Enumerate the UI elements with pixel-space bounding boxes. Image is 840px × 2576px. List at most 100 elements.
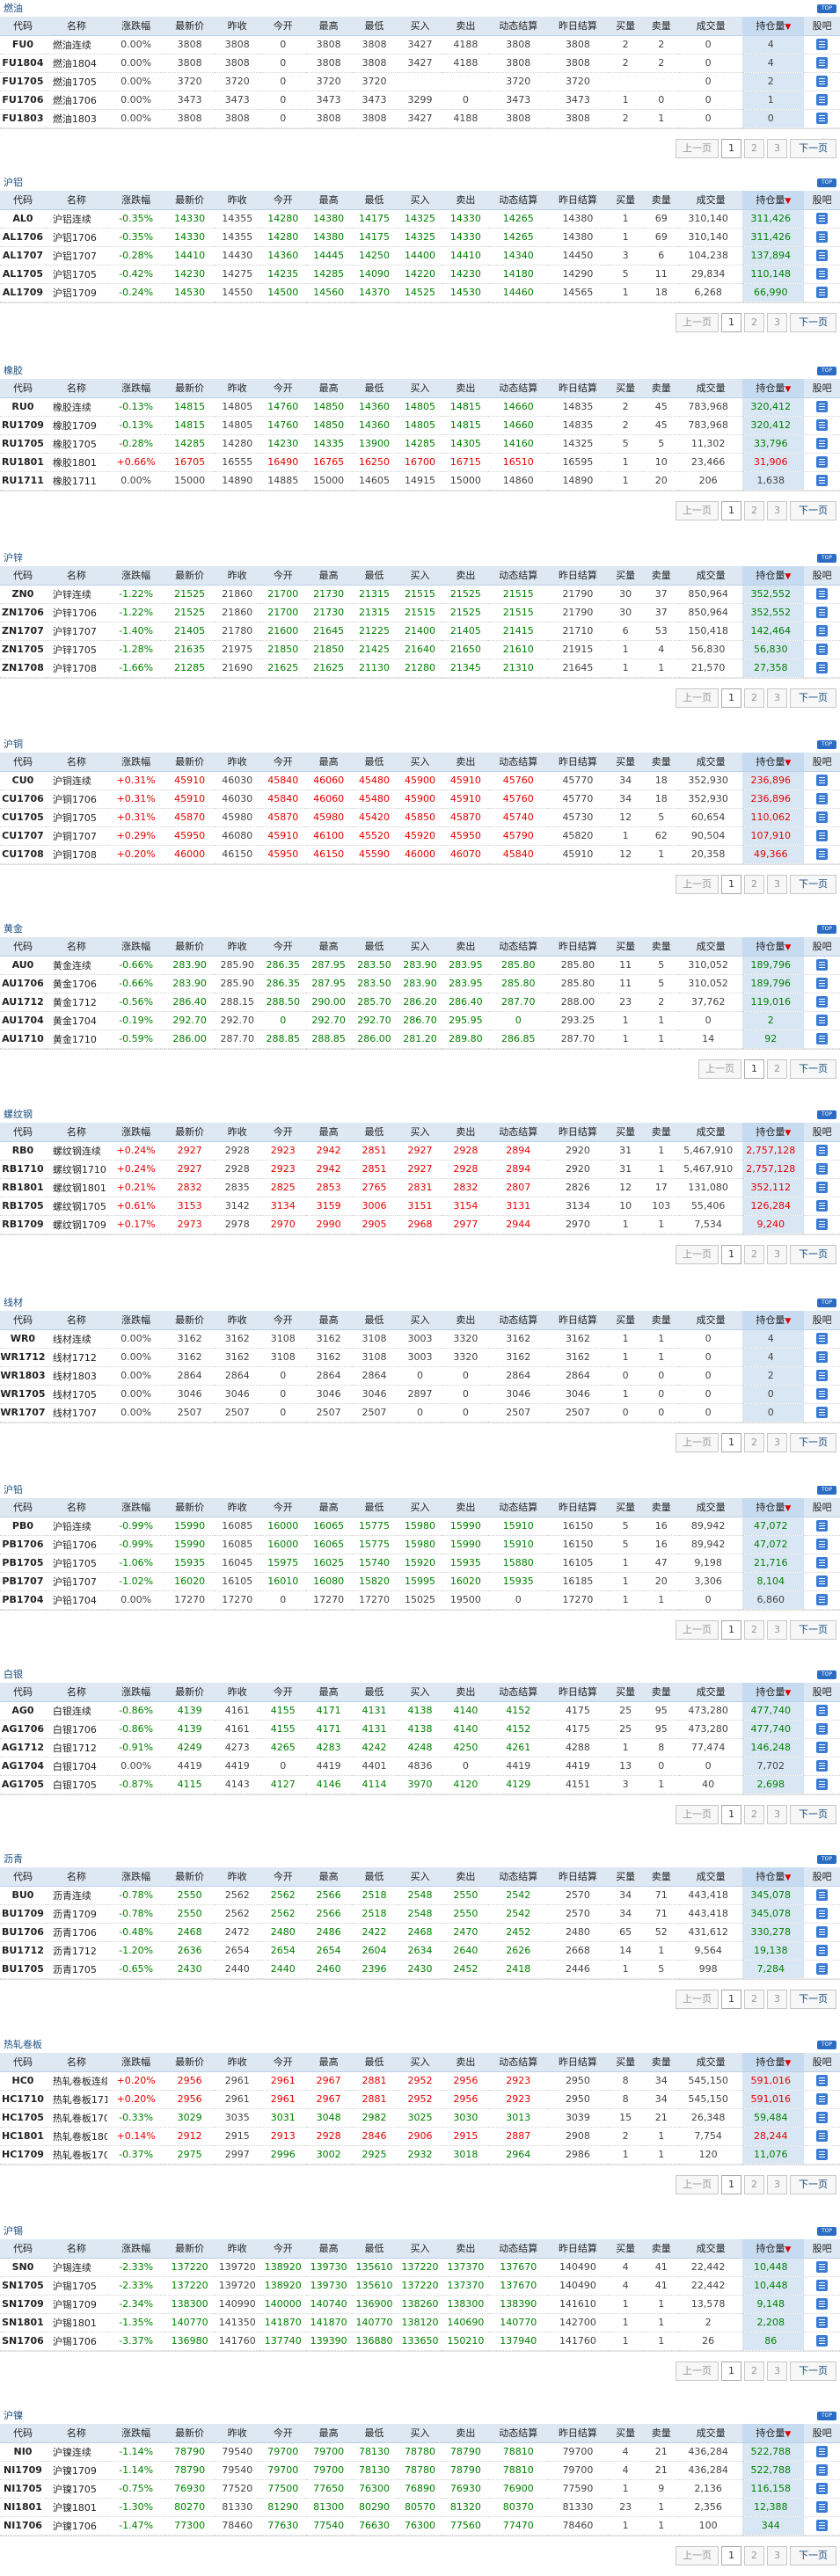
contract-name-link[interactable]: 热轧卷板1710 (45, 2090, 107, 2109)
column-header-prev_settle[interactable]: 昨日结算 (548, 2424, 608, 2443)
page-3-button[interactable]: 3 (767, 1989, 787, 2009)
top-button[interactable]: TOP (817, 1299, 836, 1307)
table-row[interactable]: NI1709 沪镍1709 -1.14% 78790 79540 79700 79700 78… (0, 2461, 840, 2480)
column-header-oi[interactable]: 持仓量▼ (742, 2424, 805, 2443)
column-header-bar[interactable]: 股吧 (804, 2053, 840, 2072)
contract-name-link[interactable]: 燃油1705 (45, 72, 107, 91)
column-header-volume[interactable]: 成交量 (679, 753, 743, 772)
prev-page-button[interactable]: 上一页 (676, 688, 719, 708)
column-header-chg[interactable]: 涨跌幅 (106, 191, 165, 210)
column-header-bar[interactable]: 股吧 (804, 753, 840, 772)
column-header-bid_vol[interactable]: 买量 (607, 1311, 644, 1330)
page-1-button[interactable]: 1 (721, 138, 741, 158)
prev-page-button[interactable]: 上一页 (698, 1059, 741, 1079)
column-header-volume[interactable]: 成交量 (679, 1311, 743, 1330)
forum-icon[interactable] (816, 1520, 829, 1532)
column-header-low[interactable]: 最低 (351, 2053, 398, 2072)
column-header-chg[interactable]: 涨跌幅 (106, 17, 165, 36)
column-header-prev[interactable]: 昨收 (214, 2239, 260, 2259)
top-button[interactable]: TOP (817, 1110, 836, 1119)
forum-icon[interactable] (816, 2280, 829, 2292)
table-row[interactable]: RU1801 橡胶1801 +0.66% 16705 16555 16490 16765 16… (0, 453, 840, 472)
column-header-bar[interactable]: 股吧 (804, 1123, 840, 1142)
forum-icon[interactable] (816, 231, 829, 244)
page-3-button[interactable]: 3 (767, 874, 787, 894)
column-header-low[interactable]: 最低 (351, 17, 398, 36)
column-header-oi[interactable]: 持仓量▼ (742, 191, 805, 210)
column-header-chg[interactable]: 涨跌幅 (106, 1498, 165, 1517)
column-header-high[interactable]: 最高 (305, 191, 352, 210)
column-header-low[interactable]: 最低 (351, 2424, 398, 2443)
contract-code[interactable]: CU1708 (0, 845, 46, 864)
column-header-ask_vol[interactable]: 卖量 (643, 566, 680, 586)
column-header-settle[interactable]: 动态结算 (488, 379, 549, 398)
column-header-name[interactable]: 名称 (45, 1498, 107, 1517)
column-header-bar[interactable]: 股吧 (804, 1311, 840, 1330)
column-header-bar[interactable]: 股吧 (804, 2424, 840, 2443)
column-header-bid_vol[interactable]: 买量 (607, 379, 644, 398)
column-header-ask_vol[interactable]: 卖量 (643, 753, 680, 772)
table-row[interactable]: NI0 沪镍连续 -1.14% 78790 79540 79700 79700 78130 78… (0, 2442, 840, 2462)
column-header-prev_settle[interactable]: 昨日结算 (548, 1123, 608, 1142)
forum-icon[interactable] (816, 94, 829, 106)
column-header-ask_vol[interactable]: 卖量 (643, 1123, 680, 1142)
table-row[interactable]: PB1705 沪铅1705 -1.06% 15935 16045 15975 16025 15… (0, 1554, 840, 1573)
table-row[interactable]: WR1712 线材1712 0.00% 3162 3162 3108 3162 3108 300… (0, 1348, 840, 1367)
column-header-bid_vol[interactable]: 买量 (607, 753, 644, 772)
top-button[interactable]: TOP (817, 925, 836, 934)
contract-code[interactable]: WR1803 (0, 1366, 46, 1386)
contract-name-link[interactable]: 沥青连续 (45, 1886, 107, 1905)
forum-icon[interactable] (816, 2317, 829, 2329)
contract-code[interactable]: FU1705 (0, 72, 46, 91)
column-header-name[interactable]: 名称 (45, 937, 107, 957)
table-row[interactable]: NI1706 沪镍1706 -1.47% 77300 78460 77630 77540 76… (0, 2516, 840, 2536)
contract-code[interactable]: SN1706 (0, 2332, 46, 2351)
contract-code[interactable]: RU1711 (0, 471, 46, 491)
next-page-button[interactable]: 下一页 (790, 1244, 836, 1264)
column-header-chg[interactable]: 涨跌幅 (106, 753, 165, 772)
column-header-prev_settle[interactable]: 昨日结算 (548, 2053, 608, 2072)
contract-name-link[interactable]: 线材1803 (45, 1366, 107, 1386)
column-header-high[interactable]: 最高 (305, 17, 352, 36)
contract-code[interactable]: AL1706 (0, 228, 46, 247)
column-header-prev[interactable]: 昨收 (214, 1683, 260, 1702)
top-button[interactable]: TOP (817, 1486, 836, 1495)
column-header-code[interactable]: 代码 (0, 2424, 46, 2443)
column-header-bid_vol[interactable]: 买量 (607, 566, 644, 586)
page-1-button[interactable]: 1 (721, 688, 741, 708)
column-header-volume[interactable]: 成交量 (679, 1867, 743, 1887)
contract-name-link[interactable]: 沥青1705 (45, 1960, 107, 1979)
column-header-prev_settle[interactable]: 昨日结算 (548, 2239, 608, 2259)
forum-icon[interactable] (816, 2335, 829, 2347)
column-header-prev_settle[interactable]: 昨日结算 (548, 17, 608, 36)
contract-name-link[interactable]: 沪铝1709 (45, 283, 107, 302)
contract-code[interactable]: PB0 (0, 1517, 46, 1536)
column-header-prev_settle[interactable]: 昨日结算 (548, 1498, 608, 1517)
contract-name-link[interactable]: 线材连续 (45, 1329, 107, 1349)
column-header-high[interactable]: 最高 (305, 1311, 352, 1330)
contract-code[interactable]: SN1709 (0, 2295, 46, 2314)
page-3-button[interactable]: 3 (767, 2174, 787, 2194)
column-header-last[interactable]: 最新价 (164, 2239, 215, 2259)
contract-name-link[interactable]: 沪铜1708 (45, 845, 107, 864)
prev-page-button[interactable]: 上一页 (676, 1244, 719, 1264)
page-2-button[interactable]: 2 (744, 874, 764, 894)
column-header-bid_vol[interactable]: 买量 (607, 937, 644, 957)
forum-icon[interactable] (816, 287, 829, 299)
contract-name-link[interactable]: 沪铜1707 (45, 826, 107, 846)
column-header-ask[interactable]: 卖出 (442, 191, 489, 210)
top-button[interactable]: TOP (817, 367, 836, 375)
page-2-button[interactable]: 2 (744, 500, 764, 520)
contract-code[interactable]: AL1707 (0, 246, 46, 266)
column-header-oi[interactable]: 持仓量▼ (742, 566, 805, 586)
column-header-ask_vol[interactable]: 卖量 (643, 379, 680, 398)
contract-code[interactable]: NI1709 (0, 2461, 46, 2480)
column-header-volume[interactable]: 成交量 (679, 2053, 743, 2072)
column-header-open[interactable]: 今开 (259, 17, 306, 36)
column-header-name[interactable]: 名称 (45, 379, 107, 398)
table-row[interactable]: RU0 橡胶连续 -0.13% 14815 14805 14760 14850 14360 14… (0, 397, 840, 417)
next-page-button[interactable]: 下一页 (790, 874, 836, 894)
contract-code[interactable]: AU0 (0, 956, 46, 975)
contract-code[interactable]: SN0 (0, 2258, 46, 2277)
forum-icon[interactable] (816, 830, 829, 842)
